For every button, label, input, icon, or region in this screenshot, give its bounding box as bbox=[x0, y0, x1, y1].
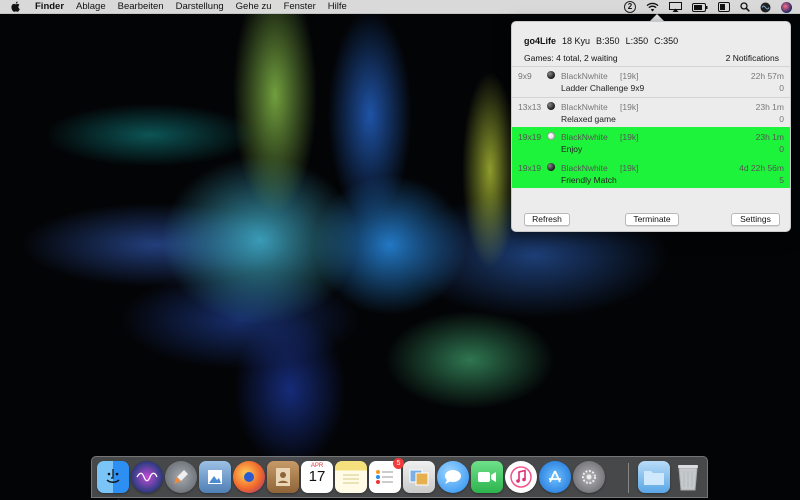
game-row-waiting[interactable]: 19x19 BlackNwhite [19k] 4d 22h 56m Frien… bbox=[512, 157, 790, 188]
system-preferences-icon[interactable] bbox=[573, 461, 605, 493]
itunes-icon[interactable] bbox=[505, 461, 537, 493]
terminate-button[interactable]: Terminate bbox=[625, 213, 679, 226]
menu-darstellung[interactable]: Darstellung bbox=[176, 0, 224, 14]
opponent-name: BlackNwhite bbox=[561, 71, 608, 81]
refresh-button[interactable]: Refresh bbox=[524, 213, 570, 226]
move-count: 5 bbox=[779, 174, 784, 185]
battery-icon[interactable] bbox=[692, 2, 708, 12]
game-name: Friendly Match bbox=[561, 174, 617, 185]
airplay-icon[interactable] bbox=[669, 2, 682, 12]
wifi-icon[interactable] bbox=[646, 2, 659, 12]
white-stone-icon bbox=[547, 132, 555, 140]
black-stone-icon bbox=[547, 101, 555, 110]
games-summary: Games: 4 total, 2 waiting bbox=[524, 53, 618, 63]
preview-icon[interactable] bbox=[199, 461, 231, 493]
search-icon[interactable] bbox=[740, 2, 750, 12]
board-size: 13x13 bbox=[518, 101, 542, 112]
siri-icon[interactable] bbox=[131, 461, 163, 493]
trash-icon[interactable] bbox=[672, 461, 704, 493]
time-left: 23h 1m bbox=[755, 101, 784, 112]
games-list: 9x9 BlackNwhite [19k] 22h 57m Ladder Cha… bbox=[512, 66, 790, 188]
opponent-rank: [19k] bbox=[620, 101, 639, 112]
game-row-waiting[interactable]: 19x19 BlackNwhite [19k] 23h 1m Enjoy 0 bbox=[512, 127, 790, 158]
contacts-icon[interactable] bbox=[267, 461, 299, 493]
go4life-status-icon[interactable]: 2 bbox=[624, 1, 636, 13]
launchpad-icon[interactable] bbox=[165, 461, 197, 493]
go4life-popover: go4Life 18 Kyu B:350 L:350 C:350 Games: 4 to… bbox=[511, 21, 791, 232]
calendar-icon[interactable]: APR 17 bbox=[301, 461, 333, 493]
app-store-icon[interactable] bbox=[539, 461, 571, 493]
dock: APR 17 5 bbox=[91, 456, 708, 500]
facetime-icon[interactable] bbox=[471, 461, 503, 493]
opponent-rank: [19k] bbox=[620, 132, 639, 142]
user-avatar-icon[interactable] bbox=[781, 1, 792, 13]
board-size: 9x9 bbox=[518, 71, 532, 81]
finder-icon[interactable] bbox=[97, 461, 129, 500]
time-left: 23h 1m bbox=[755, 132, 784, 142]
game-row[interactable]: 9x9 BlackNwhite [19k] 22h 57m Ladder Cha… bbox=[512, 66, 790, 97]
calendar-day: 17 bbox=[308, 468, 326, 485]
downloads-folder-icon[interactable] bbox=[638, 461, 670, 493]
move-count: 0 bbox=[779, 83, 784, 93]
menu-ablage[interactable]: Ablage bbox=[76, 0, 106, 14]
siri-icon[interactable] bbox=[760, 2, 771, 13]
game-name: Enjoy bbox=[561, 144, 583, 154]
messages-icon[interactable] bbox=[437, 461, 469, 493]
opponent-name: BlackNwhite bbox=[561, 101, 608, 112]
board-size: 19x19 bbox=[518, 132, 542, 142]
control-strip-icon[interactable] bbox=[718, 2, 730, 12]
menu-bar: Finder Ablage Bearbeiten Darstellung Geh… bbox=[0, 0, 800, 14]
move-count: 0 bbox=[779, 113, 784, 124]
stat-c: C:350 bbox=[654, 36, 679, 46]
board-size: 19x19 bbox=[518, 162, 542, 173]
photos-slideshow-icon[interactable] bbox=[403, 461, 435, 493]
black-stone-icon bbox=[547, 162, 555, 171]
opponent-name: BlackNwhite bbox=[561, 162, 608, 173]
black-stone-icon bbox=[547, 71, 555, 79]
firefox-icon[interactable] bbox=[233, 461, 265, 493]
time-left: 22h 57m bbox=[750, 71, 784, 81]
game-row[interactable]: 13x13 BlackNwhite [19k] 23h 1m Relaxed g… bbox=[512, 96, 790, 128]
opponent-name: BlackNwhite bbox=[561, 132, 608, 142]
menu-finder[interactable]: Finder bbox=[35, 0, 64, 14]
dock-separator bbox=[628, 463, 629, 493]
apple-menu-icon[interactable] bbox=[11, 1, 23, 12]
opponent-rank: [19k] bbox=[620, 162, 639, 173]
settings-button[interactable]: Settings bbox=[731, 213, 780, 226]
game-name: Ladder Challenge 9x9 bbox=[561, 83, 645, 93]
reminders-icon[interactable]: 5 bbox=[369, 458, 404, 493]
stat-l: L:350 bbox=[625, 36, 649, 46]
time-left: 4d 22h 56m bbox=[739, 162, 784, 173]
stat-b: B:350 bbox=[596, 36, 620, 46]
menu-bearbeiten[interactable]: Bearbeiten bbox=[118, 0, 164, 14]
user-stats-header: go4Life 18 Kyu B:350 L:350 C:350 bbox=[524, 36, 684, 46]
popover-arrow bbox=[650, 14, 664, 21]
notifications-count[interactable]: 2 Notifications bbox=[726, 53, 779, 63]
menu-fenster[interactable]: Fenster bbox=[284, 0, 316, 14]
username: go4Life bbox=[524, 36, 557, 46]
opponent-rank: [19k] bbox=[620, 71, 639, 81]
menu-hilfe[interactable]: Hilfe bbox=[328, 0, 347, 14]
game-name: Relaxed game bbox=[561, 113, 616, 124]
status-icons: 2 bbox=[624, 0, 792, 14]
move-count: 0 bbox=[779, 144, 784, 154]
notes-icon[interactable] bbox=[335, 461, 367, 493]
user-rank: 18 Kyu bbox=[562, 36, 591, 46]
menu-gehe-zu[interactable]: Gehe zu bbox=[236, 0, 272, 14]
